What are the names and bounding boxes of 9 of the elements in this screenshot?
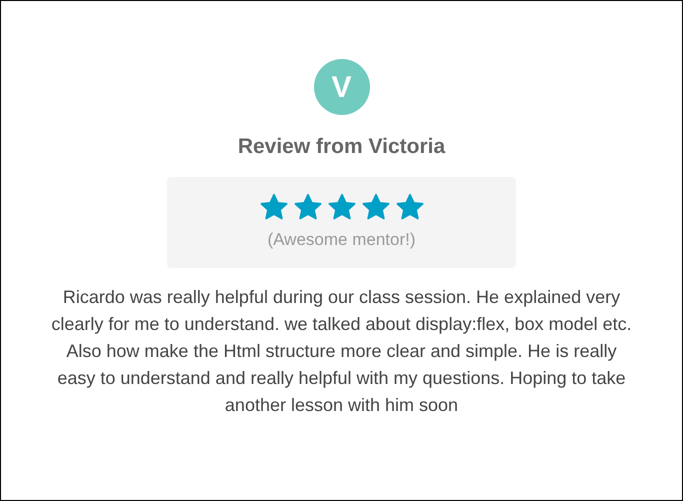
star-icon (360, 192, 390, 220)
star-icon (292, 192, 322, 220)
rating-caption: (Awesome mentor!) (267, 228, 416, 250)
review-title: Review from Victoria (238, 134, 446, 160)
star-icon (258, 192, 288, 220)
star-icon (394, 192, 424, 220)
star-icon (326, 192, 356, 220)
avatar: V (314, 59, 370, 115)
review-text: Ricardo was really helpful during our class session. He explained very clearly for me to understand. we talked about display:flex, box model etc. Also how make the Html structure more clear and simple. He is really easy to understand and really helpful with my questions. Hoping to take another lesson with him soon (50, 286, 633, 416)
